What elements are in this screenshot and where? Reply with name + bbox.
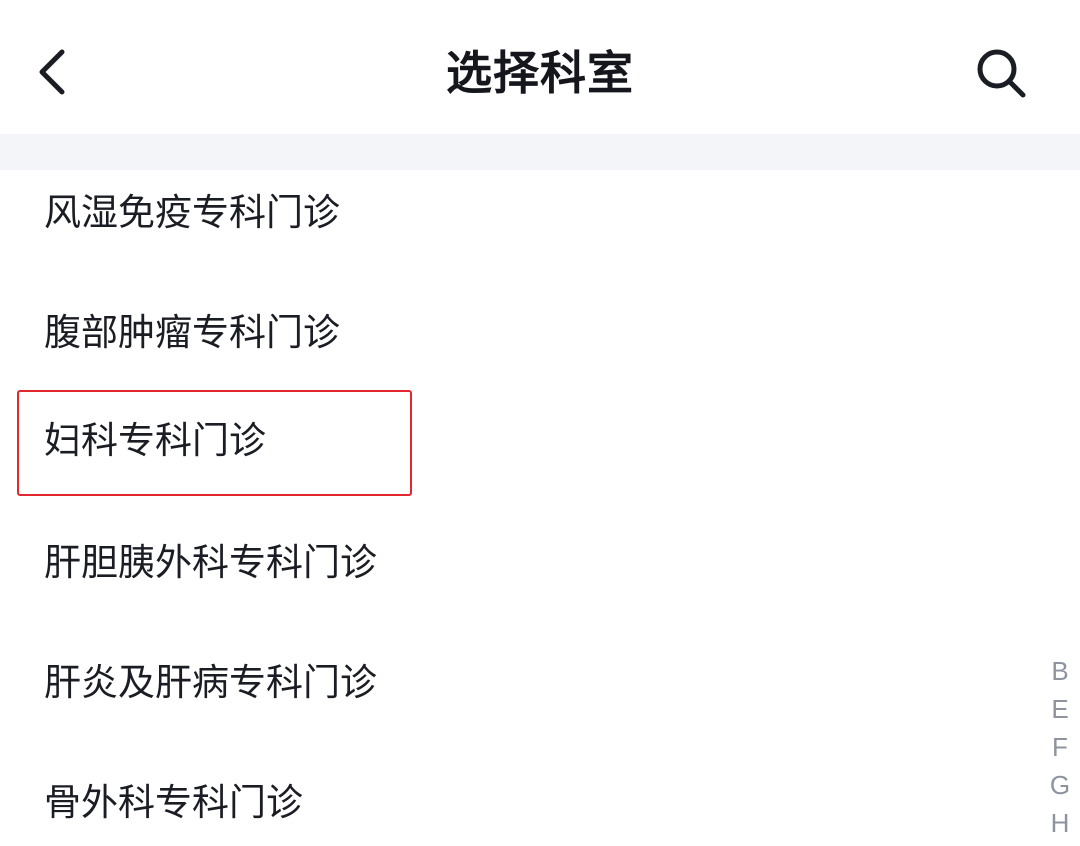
department-label: 妇科专科门诊 <box>44 419 266 462</box>
department-label: 骨外科专科门诊 <box>44 781 303 824</box>
department-label: 风湿免疫专科门诊 <box>44 191 340 234</box>
department-label: 肝炎及肝病专科门诊 <box>44 661 377 704</box>
index-letter-f[interactable]: F <box>1040 728 1080 766</box>
search-button[interactable] <box>966 40 1038 108</box>
alphabet-index-bar[interactable]: B E F G H <box>1040 652 1080 846</box>
department-list: 风湿免疫专科门诊 腹部肿瘤专科门诊 妇科专科门诊 肝胆胰外科专科门诊 肝炎及肝病… <box>0 170 1030 846</box>
department-item[interactable]: 风湿免疫专科门诊 <box>0 170 1030 268</box>
index-letter-e[interactable]: E <box>1040 690 1080 728</box>
page-title: 选择科室 <box>446 46 634 100</box>
department-label: 肝胆胰外科专科门诊 <box>44 541 377 584</box>
department-item-selected[interactable]: 妇科专科门诊 <box>0 386 1030 496</box>
department-label: 腹部肿瘤专科门诊 <box>44 311 340 354</box>
department-item[interactable]: 肝炎及肝病专科门诊 <box>0 628 1030 738</box>
index-letter-h[interactable]: H <box>1040 804 1080 842</box>
search-icon <box>977 49 1026 98</box>
department-select-page: 选择科室 风湿免疫专科门诊 腹部肿瘤专科门诊 妇科专科门诊 肝胆胰外科专科门诊 … <box>0 0 1080 846</box>
department-item[interactable]: 肝胆胰外科专科门诊 <box>0 508 1030 618</box>
index-letter-g[interactable]: G <box>1040 766 1080 804</box>
index-letter-b[interactable]: B <box>1040 652 1080 690</box>
department-item[interactable]: 腹部肿瘤专科门诊 <box>0 278 1030 388</box>
department-item[interactable]: 骨外科专科门诊 <box>0 748 1030 846</box>
nav-bar: 选择科室 <box>0 0 1080 134</box>
section-divider <box>0 134 1080 170</box>
